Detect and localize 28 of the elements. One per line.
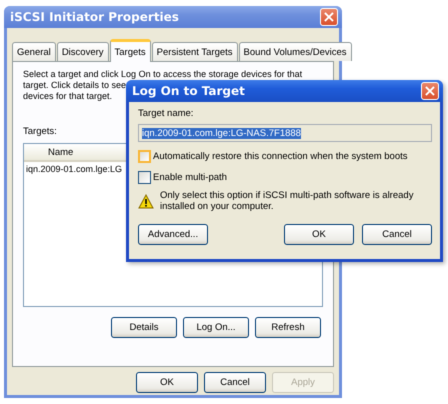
tab[interactable]: Bound Volumes/Devices [238, 42, 352, 61]
warning-text: Only select this option if iSCSI multi-path software is already installed on your computer. [160, 190, 414, 212]
description-text: devices for that target. [23, 91, 112, 102]
window-title: iSCSI Initiator Properties [10, 10, 179, 24]
checkbox[interactable] [138, 171, 151, 184]
tab[interactable]: Persistent Targets [152, 42, 238, 61]
panel-button[interactable]: Details [111, 317, 177, 338]
targets-label: Targets: [23, 126, 57, 137]
footer-button[interactable]: OK [136, 372, 198, 393]
description-text: target. Click details to see [23, 80, 126, 91]
tab[interactable]: General [12, 42, 56, 61]
checkbox[interactable] [138, 150, 151, 163]
target-row[interactable]: iqn.2009-01.com.lge:LG [24, 162, 122, 174]
dialog-button[interactable]: OK [284, 224, 354, 245]
advanced-button[interactable]: Advanced... [138, 224, 208, 245]
target-name-field[interactable]: iqn.2009-01.com.lge:LG-NAS.7F1888 [138, 124, 432, 142]
panel-button[interactable]: Refresh [255, 317, 321, 338]
tab[interactable]: Discovery [56, 42, 109, 61]
dialog-title: Log On to Target [132, 84, 245, 98]
panel-button[interactable]: Log On... [183, 317, 249, 338]
tab[interactable]: Targets [110, 39, 151, 62]
checkbox-label: Automatically restore this connection when the system boots [153, 151, 408, 162]
field-label: Target name: [138, 108, 194, 119]
footer-button[interactable]: Cancel [204, 372, 266, 393]
dialog-button[interactable]: Cancel [362, 224, 432, 245]
description-text: Select a target and click Log On to access the storage devices for that [23, 69, 302, 80]
checkbox-label: Enable multi-path [153, 172, 227, 183]
warning-icon [138, 194, 154, 209]
